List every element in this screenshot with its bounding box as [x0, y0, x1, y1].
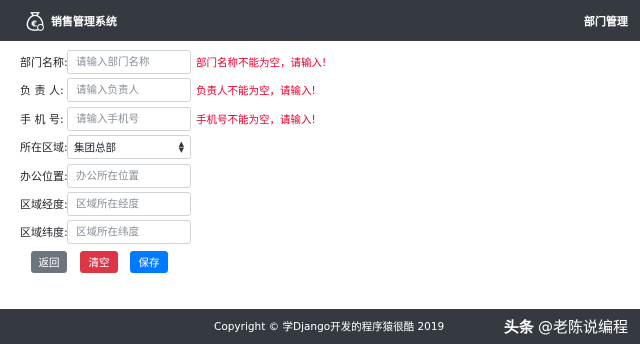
region-select[interactable]: 集团总部 ▲ ▼ — [67, 135, 191, 159]
error-message: 负责人不能为空，请输入! — [196, 84, 316, 97]
region-select-value: 集团总部 — [74, 141, 116, 154]
watermark: 头条 @老陈说编程 — [504, 316, 628, 337]
office-location-input[interactable] — [67, 164, 191, 188]
manager-input[interactable] — [67, 78, 191, 102]
save-button[interactable]: 保存 — [130, 251, 168, 273]
svg-text:€: € — [30, 18, 37, 28]
top-navbar: € 销售管理系统 部门管理 — [0, 0, 640, 41]
money-bag-icon: € — [26, 11, 44, 31]
watermark-name: @老陈说编程 — [537, 318, 628, 336]
longitude-input[interactable] — [67, 192, 191, 216]
nav-link-department[interactable]: 部门管理 — [584, 13, 628, 29]
field-label: 办公位置: — [20, 170, 68, 183]
field-label: 区域经度: — [20, 198, 68, 211]
clear-button[interactable]: 清空 — [80, 251, 118, 273]
error-message: 部门名称不能为空，请输入! — [196, 56, 327, 69]
field-label: 所在区域: — [20, 141, 68, 154]
brand[interactable]: € 销售管理系统 — [24, 10, 117, 32]
latitude-input[interactable] — [67, 220, 191, 244]
field-label: 区域纬度: — [20, 226, 68, 239]
field-label: 负 责 人: — [20, 84, 64, 97]
phone-input[interactable] — [67, 107, 191, 131]
select-arrows-icon: ▲ ▼ — [178, 140, 184, 154]
field-label: 手 机 号: — [20, 113, 64, 126]
field-label: 部门名称: — [20, 56, 68, 69]
back-button[interactable]: 返回 — [31, 251, 67, 273]
watermark-prefix: 头条 — [503, 318, 534, 336]
footer: Copyright © 学Django开发的程序猿很酷 2019 头条 @老陈说编… — [0, 309, 640, 344]
error-message: 手机号不能为空，请输入! — [196, 113, 316, 126]
copyright-text: Copyright © 学Django开发的程序猿很酷 2019 — [214, 321, 445, 333]
department-name-input[interactable] — [67, 50, 191, 74]
app-title: 销售管理系统 — [51, 14, 117, 28]
